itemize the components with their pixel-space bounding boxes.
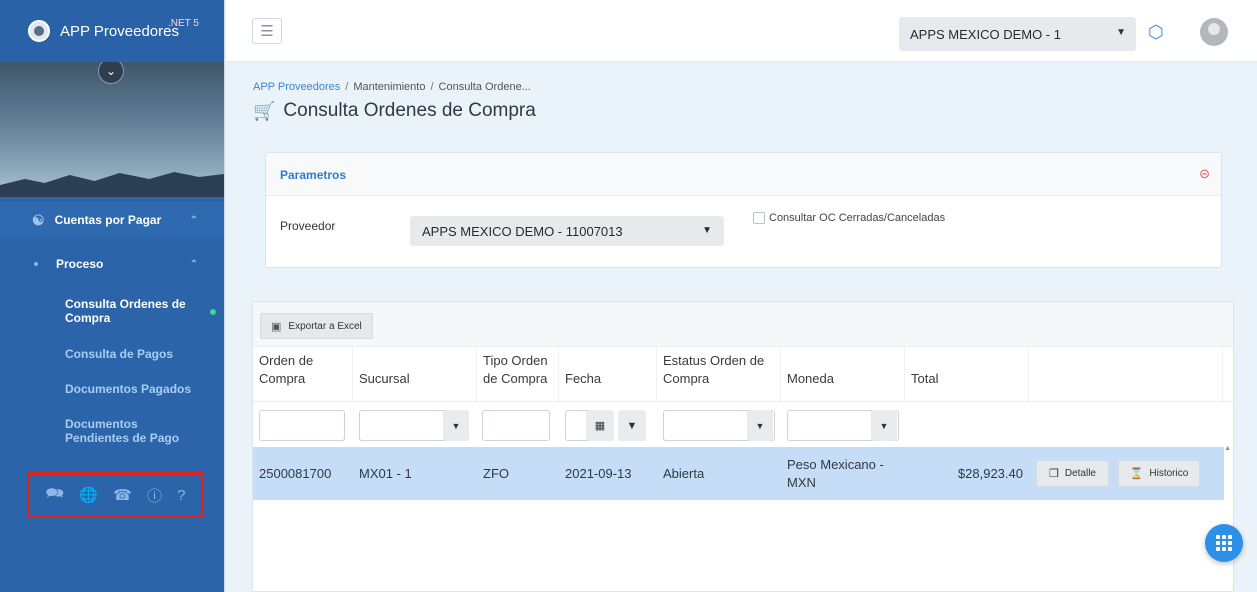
detalle-label: Detalle bbox=[1064, 468, 1096, 479]
filter-orden-input[interactable] bbox=[259, 410, 345, 441]
checkbox-box[interactable] bbox=[753, 212, 765, 224]
hourglass-icon: ⌛ bbox=[1129, 468, 1144, 480]
sidebar-item-label: Proceso bbox=[56, 257, 104, 271]
column-header-actions bbox=[1029, 347, 1223, 401]
parameters-title: Parametros bbox=[280, 168, 347, 182]
historico-label: Historico bbox=[1149, 468, 1189, 479]
app-title: APP Proveedores bbox=[60, 22, 179, 40]
cube-icon[interactable]: ⬡ bbox=[1148, 22, 1164, 43]
caret-down-icon[interactable]: ▼ bbox=[443, 410, 469, 441]
sidebar-item-documentos-pendientes[interactable]: Documentos Pendientes de Pago bbox=[65, 417, 205, 445]
caret-down-icon[interactable]: ▼ bbox=[871, 410, 897, 441]
sidebar-item-consulta-pagos[interactable]: Consulta de Pagos bbox=[65, 347, 205, 361]
caret-down-icon: ▼ bbox=[702, 225, 712, 236]
column-header-orden[interactable]: Orden de Compra bbox=[253, 347, 353, 401]
page-title-wrap: 🛒 Consulta Ordenes de Compra bbox=[253, 100, 536, 122]
consultar-cerradas-checkbox[interactable]: Consultar OC Cerradas/Canceladas bbox=[753, 212, 945, 224]
company-select[interactable]: APPS MEXICO DEMO - 1 ▼ bbox=[899, 17, 1136, 51]
window-icon: ❐ bbox=[1048, 468, 1059, 480]
checkbox-label: Consultar OC Cerradas/Canceladas bbox=[769, 212, 946, 224]
column-header-estatus[interactable]: Estatus Orden de Compra bbox=[657, 347, 781, 401]
column-header-total[interactable]: Total bbox=[905, 347, 1029, 401]
excel-icon: ▣ bbox=[271, 320, 282, 333]
sidebar-header: APP Proveedores .NET 5 bbox=[0, 0, 224, 62]
breadcrumb-link-app[interactable]: APP Proveedores bbox=[253, 81, 340, 93]
cell-total: $28,923.40 bbox=[957, 465, 1023, 481]
globe-icon[interactable]: 🌐 bbox=[79, 486, 98, 504]
breadcrumb-mantenimiento[interactable]: Mantenimiento bbox=[353, 81, 425, 93]
table-row[interactable]: 2500081700 MX01 - 1 ZFO 2021-09-13 Abier… bbox=[253, 447, 1224, 500]
detalle-button[interactable]: ❐ Detalle bbox=[1036, 460, 1109, 487]
avatar[interactable] bbox=[1200, 18, 1228, 46]
calendar-icon[interactable]: ▦ bbox=[586, 410, 614, 441]
parameters-header: Parametros ⊝ bbox=[266, 153, 1221, 196]
proveedor-select-value: APPS MEXICO DEMO - 11007013 bbox=[422, 223, 623, 239]
sidebar-item-cuentas-por-pagar[interactable]: ☯ Cuentas por Pagar ⌃ bbox=[0, 201, 224, 239]
breadcrumb: APP Proveedores / Mantenimiento / Consulta O… bbox=[253, 81, 531, 93]
filter-row: ▼ ▦ ▼ ▼ ▼ bbox=[253, 401, 1233, 447]
cell-tipo: ZFO bbox=[483, 465, 509, 481]
chevron-up-icon: ⌃ bbox=[189, 258, 198, 270]
export-excel-button[interactable]: ▣ Exportar a Excel bbox=[260, 313, 373, 339]
historico-button[interactable]: ⌛ Historico bbox=[1118, 460, 1200, 487]
version-badge: .NET 5 bbox=[168, 18, 199, 29]
caret-down-icon[interactable]: ▼ bbox=[747, 410, 773, 441]
sidebar: APP Proveedores .NET 5 ⌄ ☯ Cuentas por P… bbox=[0, 0, 225, 592]
filter-icon[interactable]: ▼ bbox=[618, 410, 646, 441]
cell-sucursal: MX01 - 1 bbox=[359, 465, 412, 481]
column-header-moneda[interactable]: Moneda bbox=[781, 347, 905, 401]
cell-orden: 2500081700 bbox=[259, 465, 332, 481]
collapse-icon[interactable]: ⊝ bbox=[1199, 166, 1210, 182]
cell-estatus: Abierta bbox=[663, 465, 705, 481]
column-header-fecha[interactable]: Fecha bbox=[559, 347, 657, 401]
sidebar-item-documentos-pagados[interactable]: Documentos Pagados bbox=[65, 382, 205, 396]
cell-fecha: 2021-09-13 bbox=[565, 465, 632, 481]
parameters-panel: Parametros ⊝ Proveedor APPS MEXICO DEMO … bbox=[265, 152, 1222, 268]
chevron-down-icon[interactable]: ⌄ bbox=[98, 62, 124, 84]
export-excel-label: Exportar a Excel bbox=[288, 320, 362, 332]
caret-down-icon: ▼ bbox=[1116, 27, 1126, 38]
scrollbar-up-arrow[interactable]: ▲ bbox=[1224, 445, 1231, 452]
column-header-sucursal[interactable]: Sucursal bbox=[353, 347, 477, 401]
basket-icon: 🛒 bbox=[253, 100, 276, 121]
cell-moneda: Peso Mexicano - MXN bbox=[787, 456, 884, 490]
chat-icon[interactable]: 🗪 bbox=[46, 483, 65, 508]
proveedor-select[interactable]: APPS MEXICO DEMO - 11007013 ▼ bbox=[410, 216, 724, 246]
chevron-up-icon: ⌃ bbox=[189, 214, 198, 226]
help-icon[interactable]: ? bbox=[177, 487, 185, 504]
sidebar-item-label: Cuentas por Pagar bbox=[54, 213, 162, 227]
page-title: Consulta Ordenes de Compra bbox=[283, 100, 536, 121]
top-bar: ☰ APPS MEXICO DEMO - 1 ▼ ⬡ bbox=[226, 0, 1257, 62]
active-indicator bbox=[210, 309, 216, 315]
sidebar-item-proceso[interactable]: Proceso ⌃ bbox=[0, 239, 224, 289]
column-header-tipo[interactable]: Tipo Orden de Compra bbox=[477, 347, 559, 401]
company-select-value: APPS MEXICO DEMO - 1 bbox=[910, 26, 1061, 42]
hamburger-icon[interactable]: ☰ bbox=[252, 18, 282, 44]
phone-icon[interactable]: ☎ bbox=[113, 486, 132, 504]
orders-grid: ▣ Exportar a Excel Orden de Compra Sucur… bbox=[252, 301, 1234, 592]
mountains-image bbox=[0, 172, 224, 197]
bullet-icon bbox=[34, 262, 38, 266]
proveedor-label: Proveedor bbox=[280, 219, 336, 233]
sidebar-footer-icons: 🗪 🌐 ☎ ⓘ ? bbox=[27, 472, 204, 518]
hand-coins-icon: ☯ bbox=[32, 211, 45, 228]
breadcrumb-current: Consulta Ordene... bbox=[438, 81, 531, 93]
apps-grid-button[interactable] bbox=[1205, 524, 1243, 562]
info-icon[interactable]: ⓘ bbox=[147, 485, 162, 506]
sidebar-item-consulta-ordenes[interactable]: Consulta Ordenes de Compra bbox=[65, 297, 195, 325]
sidebar-hero-image: ⌄ bbox=[0, 62, 224, 197]
filter-tipo-input[interactable] bbox=[482, 410, 550, 441]
app-logo bbox=[28, 20, 50, 42]
grid-toolbar: ▣ Exportar a Excel bbox=[253, 302, 1233, 347]
